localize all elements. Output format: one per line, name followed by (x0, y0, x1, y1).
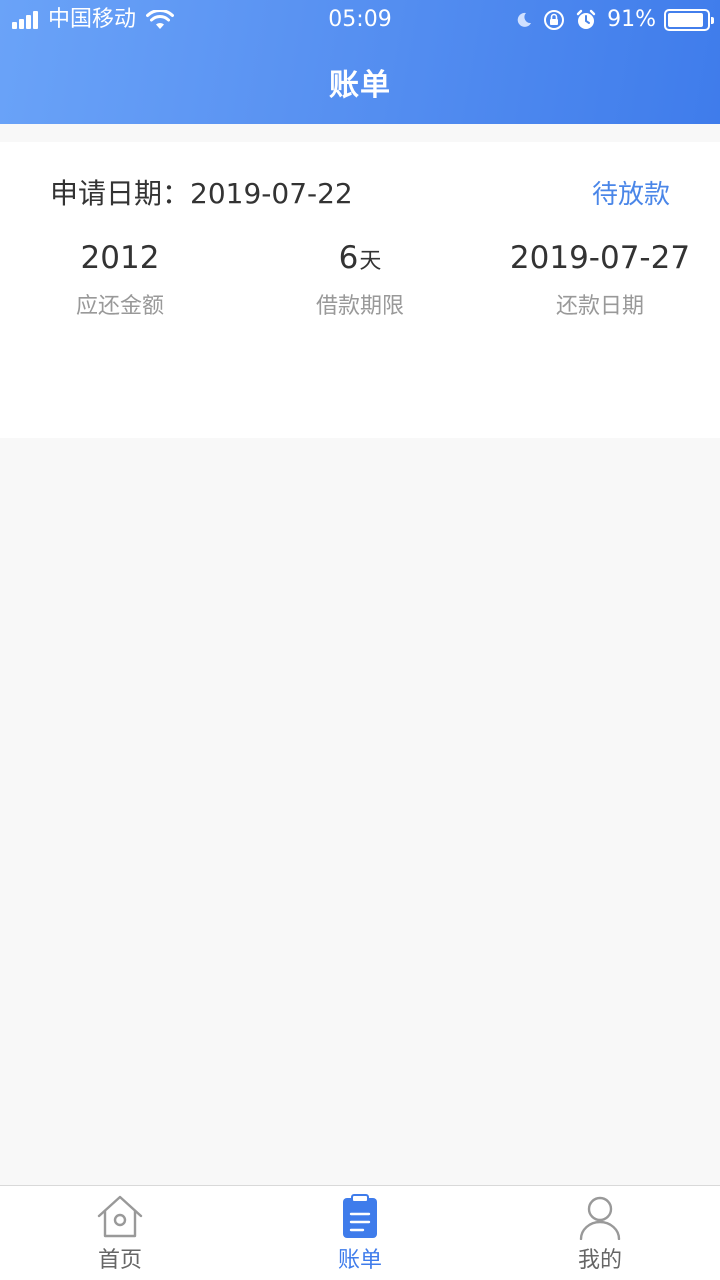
carrier-name: 中国移动 (48, 7, 137, 32)
tab-bill-label: 账单 (337, 1248, 382, 1273)
battery-icon (664, 9, 714, 31)
bill-icon (343, 1194, 377, 1238)
due-date-value: 2019-07-27 (509, 240, 691, 276)
home-icon (97, 1195, 143, 1238)
header: 中国移动 05:09 91% 账单 (0, 0, 720, 124)
signal-icon (12, 11, 40, 29)
status-right: 91% (515, 0, 714, 40)
bill-stats: 2012 应还金额 6天 借款期限 2019-07-27 还款日期 (0, 238, 720, 320)
term-unit: 天 (359, 249, 382, 274)
bill-card[interactable]: 申请日期：2019-07-22 待放款 2012 应还金额 6天 借款期限 20… (0, 142, 720, 438)
apply-date-row: 申请日期：2019-07-22 (50, 172, 353, 212)
due-date-label: 还款日期 (555, 294, 644, 319)
status-left: 中国移动 (12, 0, 175, 40)
wifi-icon (146, 10, 175, 29)
status-badge: 待放款 (591, 180, 670, 210)
tab-bill[interactable]: 账单 (240, 1186, 480, 1280)
apply-date-label: 申请日期： (50, 177, 191, 210)
tab-mine[interactable]: 我的 (480, 1186, 720, 1280)
stat-due-date: 2019-07-27 还款日期 (480, 238, 720, 320)
stat-term: 6天 借款期限 (240, 238, 480, 320)
amount-value: 2012 (80, 240, 160, 276)
alarm-icon (576, 9, 596, 29)
status-bar: 中国移动 05:09 91% (0, 0, 720, 40)
user-icon (579, 1196, 621, 1240)
battery-fill (668, 13, 703, 27)
apply-date-value: 2019-07-22 (190, 177, 353, 210)
moon-icon (517, 12, 532, 27)
tab-bar: 首页 账单 我的 (0, 1185, 720, 1280)
term-value: 6 (338, 240, 359, 276)
term-label: 借款期限 (315, 294, 404, 319)
stat-amount: 2012 应还金额 (0, 238, 240, 320)
amount-label: 应还金额 (75, 294, 164, 319)
tab-home[interactable]: 首页 (0, 1186, 240, 1280)
tab-mine-label: 我的 (577, 1248, 622, 1273)
tab-home-label: 首页 (97, 1248, 142, 1273)
page-title: 账单 (329, 68, 391, 103)
term-value-wrap: 6天 (240, 238, 480, 278)
battery-percent: 91% (607, 7, 656, 32)
rotation-lock-icon (544, 10, 565, 30)
